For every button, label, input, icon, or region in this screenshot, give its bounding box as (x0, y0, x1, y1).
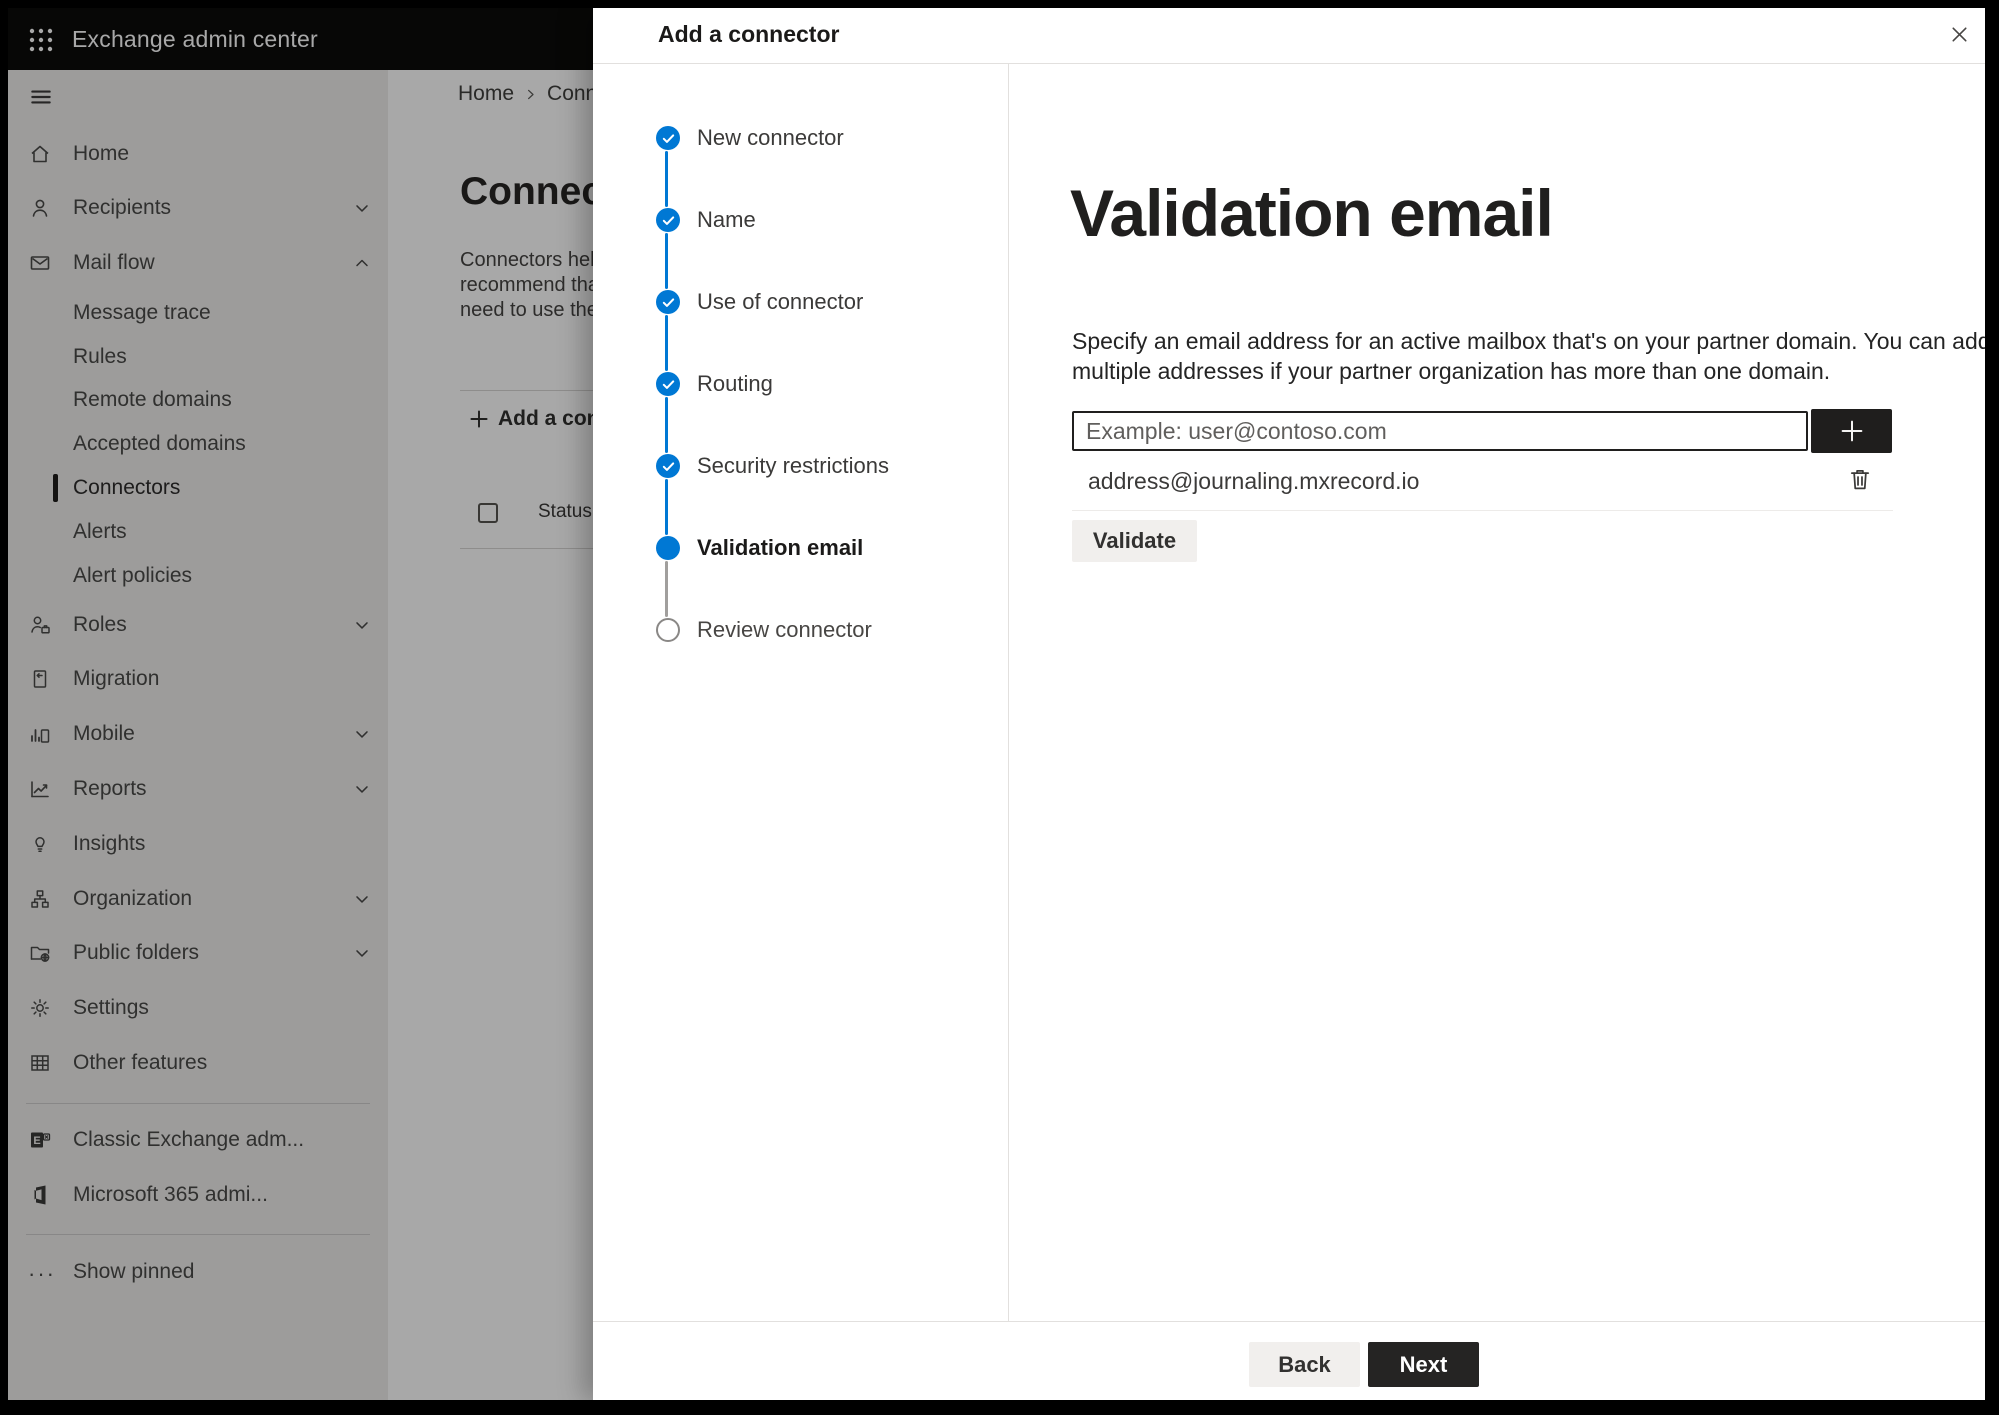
panel-header-divider (593, 63, 1985, 64)
address-list-divider (1072, 510, 1893, 511)
step-done-icon (656, 126, 680, 150)
step-done-icon (656, 454, 680, 478)
delete-address-button[interactable] (1846, 464, 1876, 494)
step-heading: Validation email (1070, 176, 1554, 250)
wizard-step-new-connector[interactable]: New connector (656, 118, 996, 158)
wizard-step-security-restrictions[interactable]: Security restrictions (656, 446, 996, 486)
close-button[interactable] (1940, 15, 1978, 53)
step-current-icon (656, 536, 680, 560)
validation-email-input[interactable] (1072, 411, 1808, 451)
step-done-icon (656, 290, 680, 314)
step-connector-line (665, 151, 668, 207)
close-icon (1948, 23, 1971, 46)
validate-button[interactable]: Validate (1072, 520, 1197, 562)
wizard-step-use-of-connector[interactable]: Use of connector (656, 282, 996, 322)
panel-title: Add a connector (658, 21, 840, 47)
step-connector-line (665, 561, 668, 617)
step-done-icon (656, 372, 680, 396)
wizard-step-name[interactable]: Name (656, 200, 996, 240)
step-connector-line (665, 479, 668, 535)
added-address: address@journaling.mxrecord.io (1088, 468, 1420, 494)
step-upcoming-icon (656, 618, 680, 642)
plus-icon (1837, 416, 1867, 446)
app-window: Exchange admin center Home Recipients Ma… (8, 8, 1985, 1400)
add-email-button[interactable] (1811, 409, 1892, 453)
add-connector-panel: Add a connector New connector Name Use o… (593, 8, 1985, 1400)
step-connector-line (665, 315, 668, 371)
steps-content-divider (1008, 64, 1009, 1321)
step-done-icon (656, 208, 680, 232)
step-connector-line (665, 233, 668, 289)
step-connector-line (665, 397, 668, 453)
wizard-step-review-connector[interactable]: Review connector (656, 610, 996, 650)
wizard-step-validation-email[interactable]: Validation email (656, 528, 996, 568)
back-button[interactable]: Back (1249, 1342, 1360, 1387)
trash-icon (1846, 465, 1876, 493)
screenshot-root: Exchange admin center Home Recipients Ma… (0, 0, 1999, 1415)
step-description: Specify an email address for an active m… (1072, 328, 1985, 384)
footer-divider (593, 1321, 1985, 1322)
wizard-step-routing[interactable]: Routing (656, 364, 996, 404)
next-button[interactable]: Next (1368, 1342, 1479, 1387)
